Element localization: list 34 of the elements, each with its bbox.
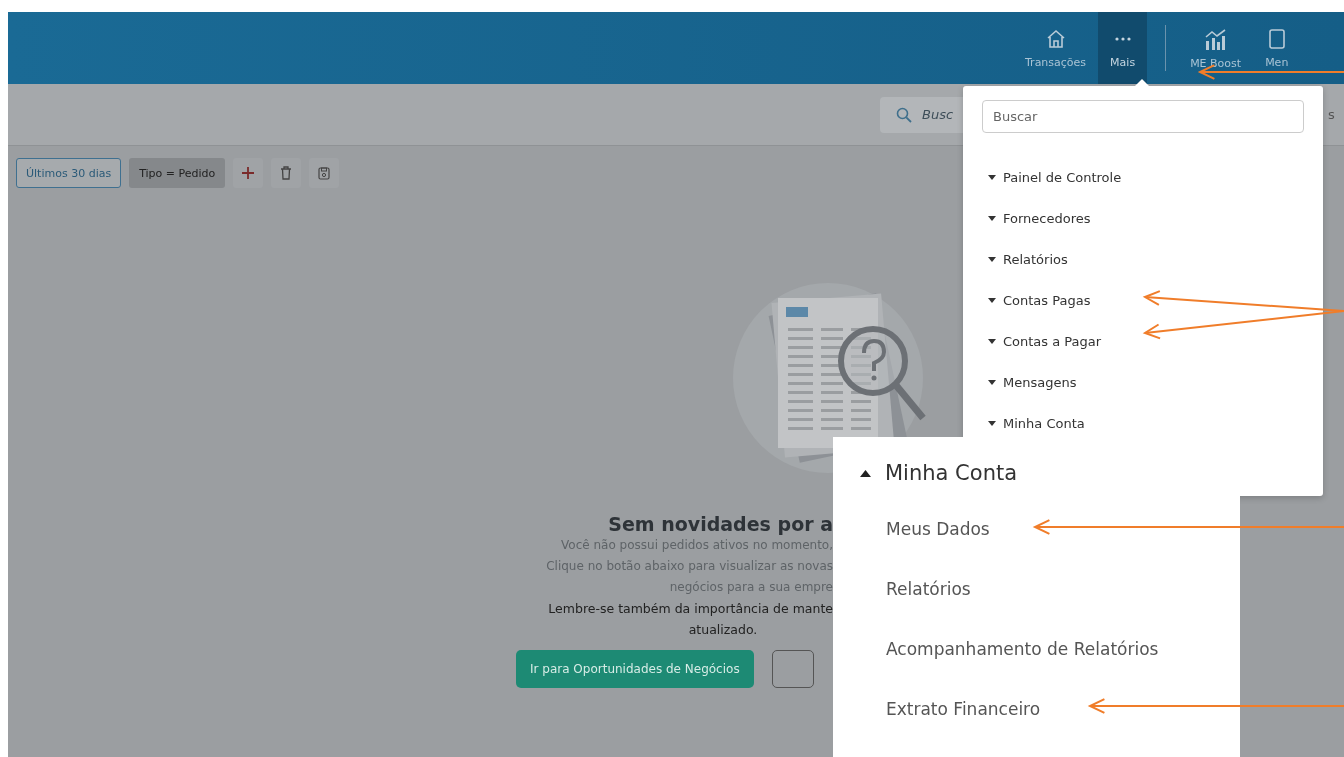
menu-item[interactable]: Minha Conta — [860, 455, 1240, 491]
opportunities-button[interactable]: Ir para Oportunidades de Negócios — [516, 650, 754, 688]
nav-item[interactable]: Men — [1253, 12, 1301, 84]
empty-state-text: Você não possui pedidos ativos no momento, — [561, 537, 833, 554]
search-icon — [896, 106, 912, 123]
menu-item[interactable]: Relatórios — [988, 239, 1323, 280]
nav-item[interactable]: Mais — [1098, 12, 1148, 84]
empty-state-text: Lembre-se também da importância de mante — [548, 600, 833, 618]
empty-state-title: Sem novidades por a — [608, 513, 833, 535]
add-button[interactable] — [233, 158, 264, 188]
menu-item[interactable]: Contas Pagas — [988, 280, 1323, 321]
nav-item[interactable]: ME Boost — [1178, 12, 1254, 84]
toolbar-text: s — [1328, 107, 1335, 122]
menu-item[interactable]: Minha Conta — [988, 403, 1323, 444]
submenu-item[interactable]: Acompanhamento de Relatórios — [886, 619, 1240, 679]
delete-button[interactable] — [271, 158, 302, 188]
empty-state-text: negócios para a sua empre — [669, 579, 833, 596]
trash-icon — [280, 166, 293, 180]
submenu-item[interactable]: Meus Dados — [886, 499, 1240, 559]
empty-state-text: Clique no botão abaixo para visualizar as novas — [546, 558, 833, 575]
menu-search-field[interactable]: Buscar — [982, 100, 1304, 133]
menu-item[interactable]: Contas a Pagar — [988, 321, 1323, 362]
nav-item[interactable]: Transações — [1013, 12, 1099, 84]
submenu-item[interactable]: Relatórios — [886, 559, 1240, 619]
empty-state-text: atualizado. — [688, 621, 758, 639]
filter-chip[interactable]: Tipo = Pedido — [129, 158, 226, 188]
secondary-button[interactable] — [771, 650, 814, 688]
submenu-item[interactable]: Extrato Financeiro — [886, 679, 1240, 739]
menu-item[interactable]: Painel de Controle — [988, 157, 1323, 198]
menu-item[interactable]: Fornecedores — [988, 198, 1323, 239]
menu-item[interactable]: Mensagens — [988, 362, 1323, 403]
plus-icon — [242, 167, 255, 179]
save-button[interactable] — [309, 158, 340, 188]
document-icon — [1267, 27, 1286, 50]
